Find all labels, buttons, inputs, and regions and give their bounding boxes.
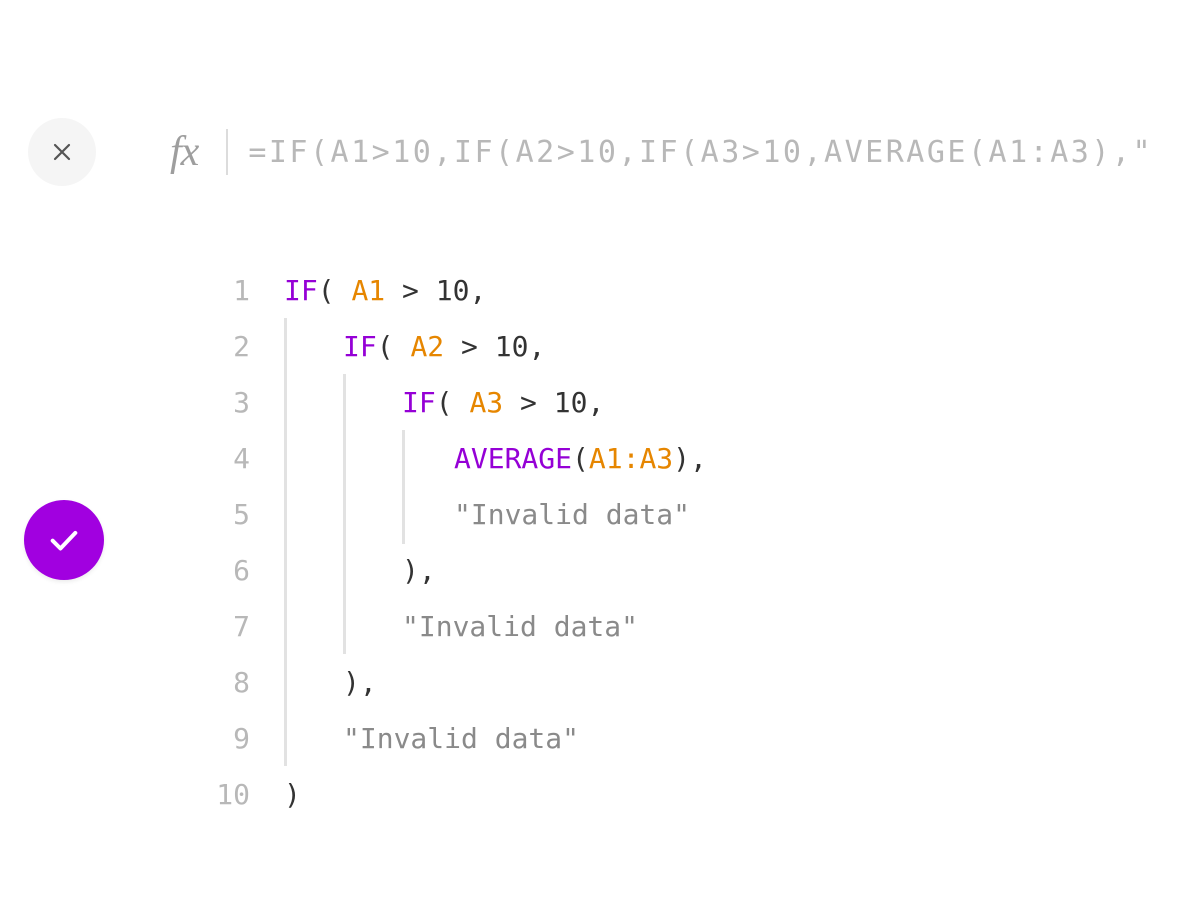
line-number: 7 [200,610,250,643]
check-icon [47,523,81,557]
code-content[interactable]: ), [284,542,436,598]
line-number: 4 [200,442,250,475]
formula-input[interactable]: =IF(A1>10,IF(A2>10,IF(A3>10,AVERAGE(A1:A… [248,135,1200,170]
code-line: 10 ) [200,766,707,822]
line-number: 3 [200,386,250,419]
line-number: 2 [200,330,250,363]
code-content[interactable]: IF( A1 > 10, [284,274,486,307]
code-line: 4 AVERAGE(A1:A3), [200,430,707,486]
accept-button[interactable] [24,500,104,580]
code-line: 8 ), [200,654,707,710]
code-line: 3 IF( A3 > 10, [200,374,707,430]
code-line: 9 "Invalid data" [200,710,707,766]
close-icon [50,140,74,164]
code-line: 7 "Invalid data" [200,598,707,654]
line-number: 8 [200,666,250,699]
fx-label: fx [170,128,198,176]
code-line: 6 ), [200,542,707,598]
code-content[interactable]: IF( A2 > 10, [284,318,545,374]
code-content[interactable]: IF( A3 > 10, [284,374,604,430]
code-content[interactable]: AVERAGE(A1:A3), [284,430,707,486]
line-number: 5 [200,498,250,531]
code-content[interactable]: "Invalid data" [284,598,638,654]
code-content[interactable]: ), [284,654,377,710]
code-line: 1 IF( A1 > 10, [200,262,707,318]
line-number: 9 [200,722,250,755]
code-line: 2 IF( A2 > 10, [200,318,707,374]
code-line: 5 "Invalid data" [200,486,707,542]
close-button[interactable] [28,118,96,186]
code-content[interactable]: "Invalid data" [284,710,579,766]
formula-pretty-view: 1 IF( A1 > 10, 2 IF( A2 > 10, 3 IF( A3 >… [200,262,707,822]
code-content[interactable]: "Invalid data" [284,484,690,544]
formula-bar: fx =IF(A1>10,IF(A2>10,IF(A3>10,AVERAGE(A… [28,112,1200,192]
line-number: 6 [200,554,250,587]
divider [226,129,228,175]
line-number: 1 [200,274,250,307]
line-number: 10 [200,778,250,811]
code-content[interactable]: ) [284,778,301,811]
